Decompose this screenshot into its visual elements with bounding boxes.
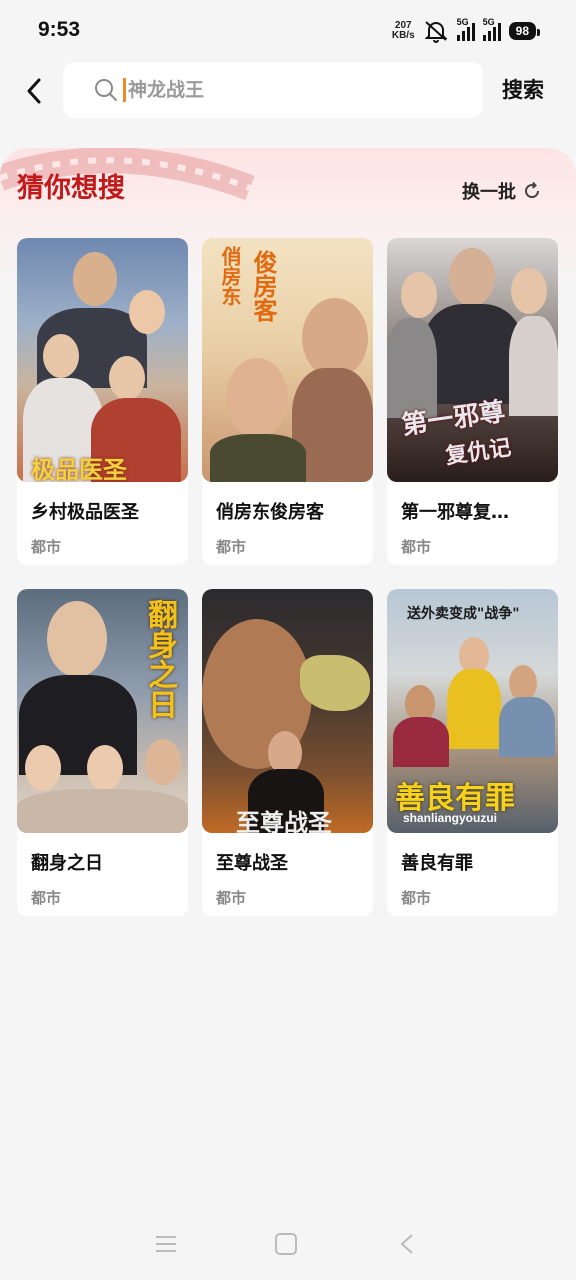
status-indicators: 207 KB/s 5G 5G 98 [391, 17, 541, 44]
drama-tag: 都市 [216, 538, 247, 556]
signal-strength-2: 5G [482, 17, 501, 41]
drama-card[interactable]: 送外卖变成"战争" 善良有罪 shanliangyouzui 善良有罪 都市 [387, 589, 558, 916]
network-speed: 207 KB/s [391, 20, 415, 41]
chevron-left-icon [27, 78, 41, 104]
back-triangle-icon[interactable] [396, 1232, 420, 1256]
search-input[interactable] [128, 79, 448, 101]
drama-title: 俏房东俊房客 [216, 502, 324, 523]
mute-bell-icon [424, 21, 448, 43]
drama-poster: 至尊战圣 [202, 589, 373, 833]
drama-tag: 都市 [216, 889, 247, 907]
back-button[interactable] [22, 74, 50, 108]
drama-tag: 都市 [31, 889, 62, 907]
drama-card[interactable]: 极品医圣 乡村极品医圣 都市 [17, 238, 188, 565]
drama-card[interactable]: 翻身之日 翻身之日 都市 [17, 589, 188, 916]
drama-poster: 极品医圣 [17, 238, 188, 482]
drama-title: 善良有罪 [401, 853, 473, 874]
status-bar: 9:53 207 KB/s 5G 5G 98 [0, 0, 576, 60]
battery-indicator: 98 [508, 22, 541, 40]
status-time: 9:53 [38, 18, 81, 41]
section-title: 猜你想搜 [17, 173, 125, 204]
text-caret [123, 78, 126, 102]
drama-title: 乡村极品医圣 [31, 502, 139, 523]
suggestions-panel: 猜你想搜 换一批 极品医圣 乡村极品医圣 都市 俏房东 俊房客 俏房东俊房客 都… [0, 148, 576, 938]
search-box[interactable] [63, 62, 483, 118]
signal-strength-1: 5G [456, 17, 475, 41]
drama-tag: 都市 [401, 538, 432, 556]
refresh-icon [525, 181, 540, 199]
suggestion-grid: 极品医圣 乡村极品医圣 都市 俏房东 俊房客 俏房东俊房客 都市 第一邪尊 复仇… [17, 238, 559, 916]
drama-poster: 翻身之日 [17, 589, 188, 833]
drama-title: 翻身之日 [31, 853, 103, 874]
menu-icon[interactable] [154, 1232, 178, 1256]
drama-card[interactable]: 第一邪尊 复仇记 第一邪尊复… 都市 [387, 238, 558, 565]
drama-tag: 都市 [31, 538, 62, 556]
drama-card[interactable]: 至尊战圣 至尊战圣 都市 [202, 589, 373, 916]
refresh-button[interactable]: 换一批 [462, 178, 542, 204]
search-icon [95, 79, 117, 101]
drama-poster: 送外卖变成"战争" 善良有罪 shanliangyouzui [387, 589, 558, 833]
drama-title: 第一邪尊复… [401, 502, 509, 523]
drama-poster: 第一邪尊 复仇记 [387, 238, 558, 482]
system-nav-bar [0, 1210, 576, 1280]
search-button[interactable]: 搜索 [502, 74, 544, 104]
refresh-label: 换一批 [462, 182, 516, 203]
drama-tag: 都市 [401, 889, 432, 907]
home-square-icon[interactable] [274, 1232, 298, 1256]
drama-card[interactable]: 俏房东 俊房客 俏房东俊房客 都市 [202, 238, 373, 565]
drama-title: 至尊战圣 [216, 853, 288, 874]
drama-poster: 俏房东 俊房客 [202, 238, 373, 482]
